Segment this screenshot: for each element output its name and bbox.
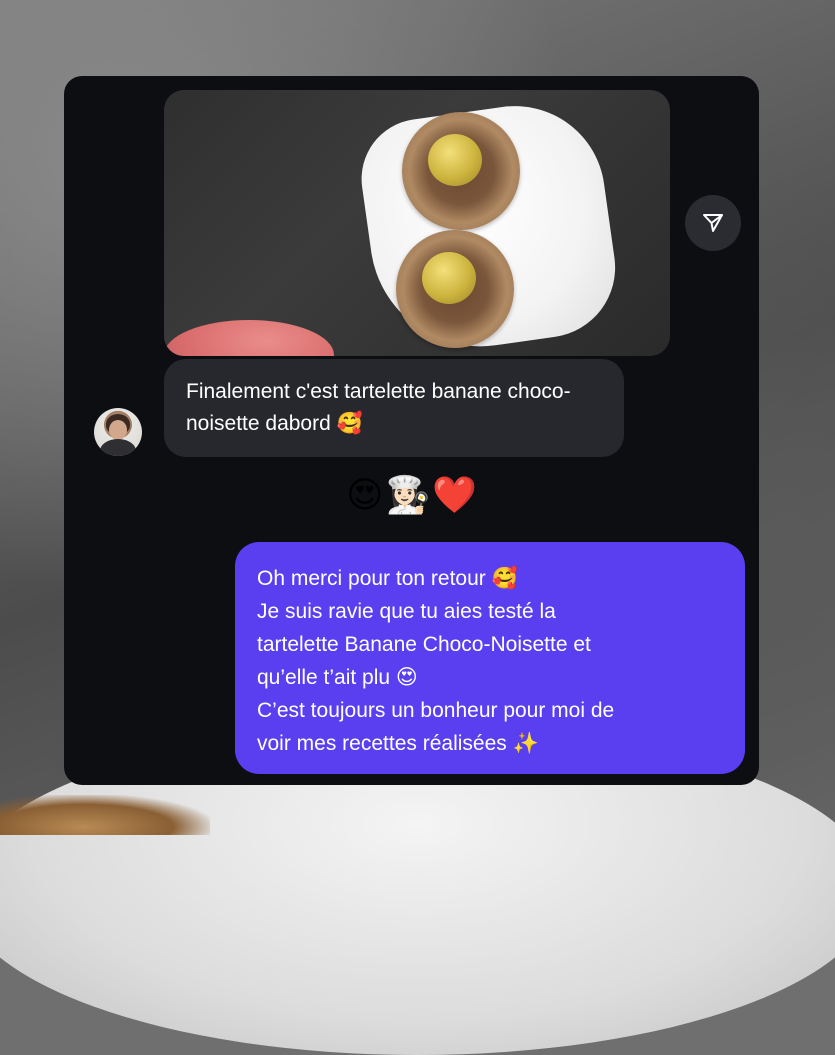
paper-plane-icon — [703, 214, 723, 232]
photo-finger — [164, 320, 334, 356]
outgoing-line: qu’elle t’ait plu 😍 — [257, 666, 418, 689]
chat-panel: Finalement c'est tartelette banane choco… — [64, 76, 759, 785]
background-pastry — [0, 795, 210, 835]
heart-eyes-emoji: 😍 — [346, 475, 384, 516]
share-button[interactable] — [685, 195, 741, 251]
outgoing-line: C’est toujours un bonheur pour moi de — [257, 699, 615, 722]
outgoing-line: Je suis ravie que tu aies testé la — [257, 600, 556, 623]
emoji-reactions[interactable]: 😍 👩🏻‍🍳 ❤️ — [346, 474, 477, 518]
outgoing-line: tartelette Banane Choco-Noisette et — [257, 633, 591, 656]
sender-avatar[interactable] — [94, 408, 142, 456]
shared-photo[interactable] — [164, 90, 670, 356]
outgoing-line: Oh merci pour ton retour 🥰 — [257, 567, 518, 590]
tartlet-bottom — [396, 230, 514, 348]
incoming-message-text: Finalement c'est tartelette banane choco… — [186, 380, 571, 435]
outgoing-line: voir mes recettes réalisées ✨ — [257, 732, 539, 755]
outgoing-message[interactable]: Oh merci pour ton retour 🥰 Je suis ravie… — [235, 542, 745, 774]
red-heart-emoji: ❤️ — [432, 475, 478, 516]
cook-emoji: 👩🏻‍🍳 — [385, 475, 431, 516]
incoming-message[interactable]: Finalement c'est tartelette banane choco… — [164, 359, 624, 457]
tartlet-top — [402, 112, 520, 230]
